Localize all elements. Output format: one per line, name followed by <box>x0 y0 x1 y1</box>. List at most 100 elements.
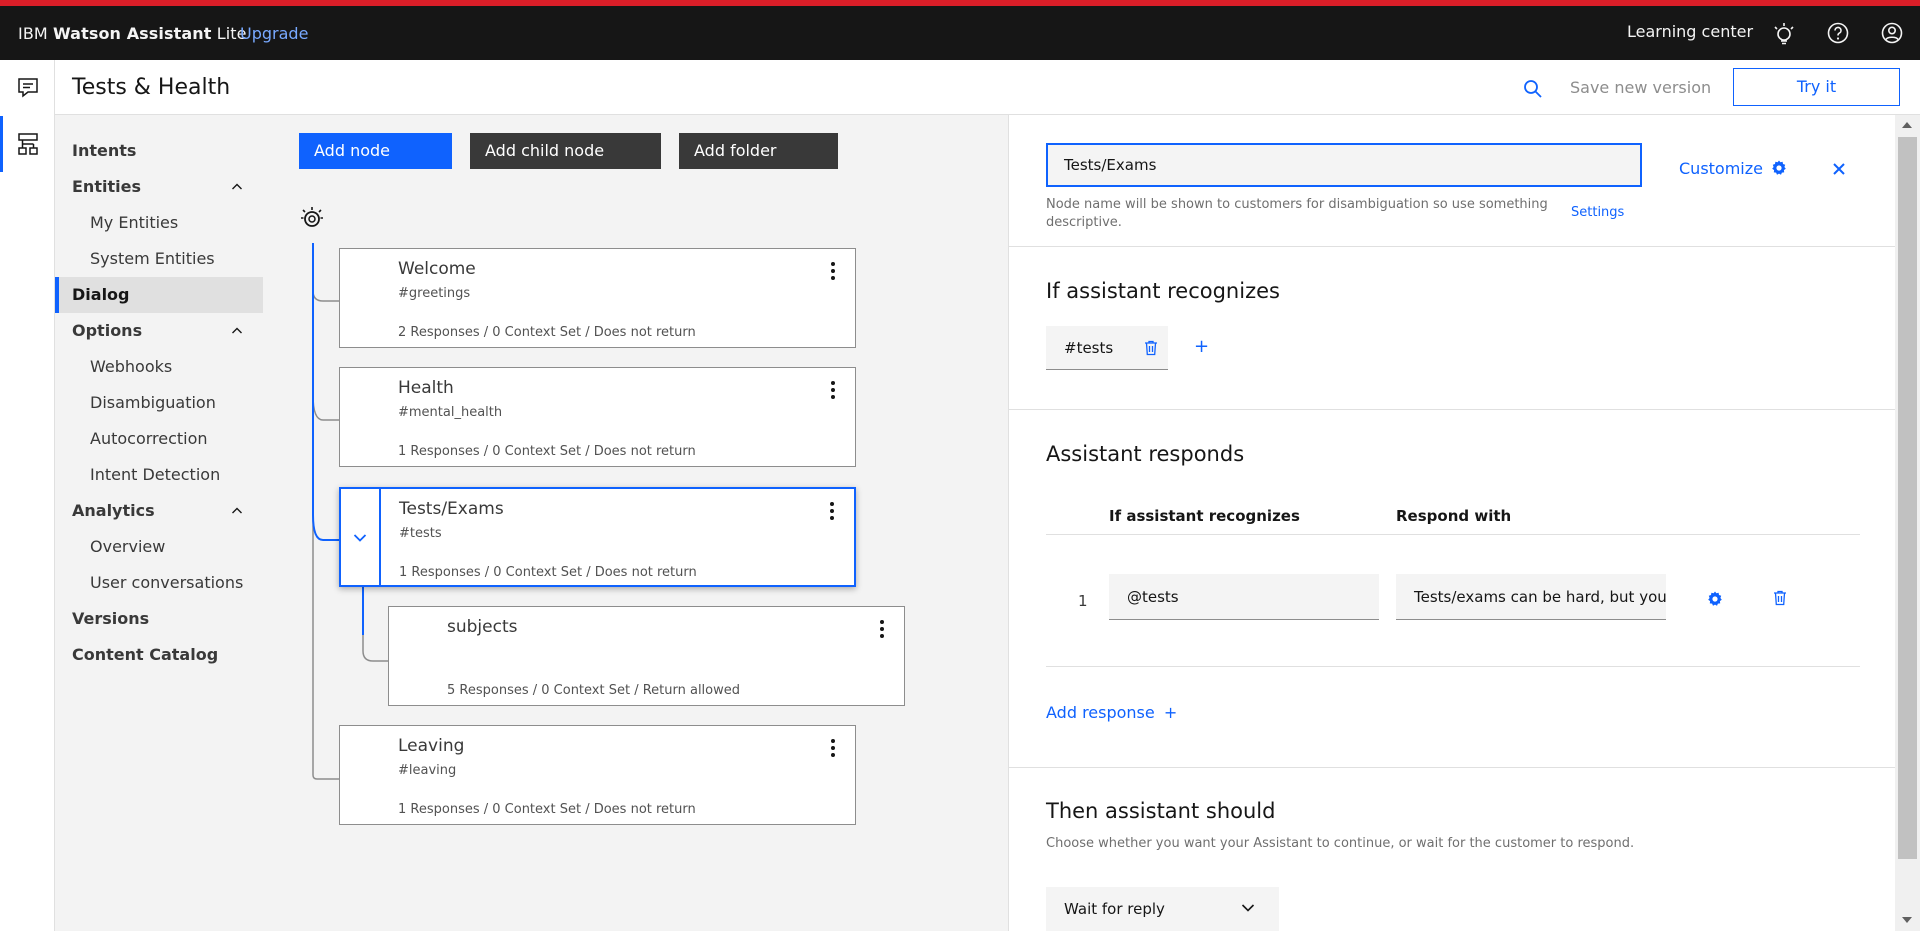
section-divider <box>1009 246 1896 247</box>
then-action-dropdown[interactable]: Wait for reply <box>1046 887 1279 931</box>
overflow-menu-icon[interactable] <box>830 501 834 521</box>
node-summary: 5 Responses / 0 Context Set / Return all… <box>447 683 741 698</box>
dialog-node[interactable]: Welcome #greetings 2 Responses / 0 Conte… <box>339 248 856 348</box>
node-intent: #tests <box>399 526 442 541</box>
brand-name: Watson Assistant <box>53 24 212 43</box>
sidebar-item-intent-detection[interactable]: Intent Detection <box>55 457 263 493</box>
node-intent: #leaving <box>398 763 457 778</box>
chevron-down-icon <box>353 534 367 542</box>
node-summary: 1 Responses / 0 Context Set / Does not r… <box>398 802 696 817</box>
overflow-menu-icon[interactable] <box>831 738 835 758</box>
overflow-menu-icon[interactable] <box>831 261 835 281</box>
sidebar-item-disambiguation[interactable]: Disambiguation <box>55 385 263 421</box>
node-name: subjects <box>447 617 518 637</box>
search-icon[interactable] <box>1522 78 1544 100</box>
chat-icon[interactable] <box>14 73 42 101</box>
table-divider <box>1046 534 1860 535</box>
sidebar-item-intents[interactable]: Intents <box>55 133 263 169</box>
sidebar-nav: Intents Entities My Entities System Enti… <box>55 115 263 931</box>
then-action-value: Wait for reply <box>1064 900 1165 918</box>
chevron-up-icon[interactable] <box>231 325 243 337</box>
save-new-version-button[interactable]: Save new version <box>1570 78 1711 97</box>
node-name: Health <box>398 378 454 398</box>
recognizes-heading: If assistant recognizes <box>1046 279 1280 303</box>
sidebar-item-options[interactable]: Options <box>55 313 263 349</box>
node-intent: #greetings <box>398 286 471 301</box>
sidebar-item-user-conversations[interactable]: User conversations <box>55 565 263 601</box>
dialog-node[interactable]: Health #mental_health 1 Responses / 0 Co… <box>339 367 856 467</box>
scrollbar-thumb[interactable] <box>1898 137 1917 859</box>
overflow-menu-icon[interactable] <box>880 619 884 639</box>
scroll-down-arrow <box>1902 917 1912 923</box>
sidebar-item-label: Analytics <box>72 501 155 520</box>
node-name: Welcome <box>398 259 476 279</box>
add-condition-plus-icon[interactable]: + <box>1194 336 1209 357</box>
sidebar-item-content-catalog[interactable]: Content Catalog <box>55 637 263 673</box>
sidebar-item-label: Entities <box>72 177 141 196</box>
add-response-label: Add response <box>1046 703 1155 722</box>
response-row-number: 1 <box>1078 592 1088 610</box>
dialog-child-node[interactable]: subjects 5 Responses / 0 Context Set / R… <box>388 606 905 706</box>
settings-link[interactable]: Settings <box>1571 205 1624 220</box>
section-divider <box>1009 409 1896 410</box>
node-name-hint: Node name will be shown to customers for… <box>1046 197 1548 230</box>
sidebar-item-label: Options <box>72 321 143 340</box>
sidebar-item-autocorrection[interactable]: Autocorrection <box>55 421 263 457</box>
page-title: Tests & Health <box>72 75 231 100</box>
left-rail <box>0 60 55 931</box>
condition-chip-label: #tests <box>1064 339 1114 357</box>
sidebar-item-versions[interactable]: Versions <box>55 601 263 637</box>
condition-chip[interactable]: #tests <box>1046 326 1168 370</box>
page-header: Tests & Health Save new version Try it <box>55 60 1920 115</box>
dialog-node[interactable]: Leaving #leaving 1 Responses / 0 Context… <box>339 725 856 825</box>
node-name-input[interactable]: Tests/Exams <box>1046 143 1642 187</box>
node-name: Tests/Exams <box>399 499 504 519</box>
chevron-up-icon[interactable] <box>231 181 243 193</box>
sidebar-item-dialog[interactable]: Dialog <box>55 277 263 313</box>
table-divider <box>1046 666 1860 667</box>
sidebar-item-system-entities[interactable]: System Entities <box>55 241 263 277</box>
brand[interactable]: IBM Watson Assistant Lite <box>18 24 247 43</box>
close-icon[interactable] <box>1831 161 1847 177</box>
sidebar-item-analytics[interactable]: Analytics <box>55 493 263 529</box>
panel-scrollbar[interactable] <box>1895 115 1920 931</box>
plus-icon: + <box>1163 703 1178 722</box>
add-response-button[interactable]: Add response + <box>1046 703 1177 722</box>
gear-icon[interactable] <box>1706 590 1724 608</box>
trash-icon[interactable] <box>1144 340 1158 356</box>
help-icon[interactable] <box>1824 19 1852 47</box>
response-condition-input[interactable]: @tests <box>1109 574 1379 620</box>
dialog-canvas: Add node Add child node Add folder Welco… <box>263 115 1008 931</box>
col-header-recognizes: If assistant recognizes <box>1109 507 1300 525</box>
try-it-button[interactable]: Try it <box>1733 68 1900 106</box>
user-avatar-icon[interactable] <box>1878 19 1906 47</box>
sidebar-item-entities[interactable]: Entities <box>55 169 263 205</box>
gear-icon <box>1772 160 1786 175</box>
node-expander[interactable] <box>341 489 381 585</box>
dialog-node-selected[interactable]: Tests/Exams #tests 1 Responses / 0 Conte… <box>339 487 856 587</box>
trash-icon[interactable] <box>1773 590 1791 608</box>
dialog-tree-icon[interactable] <box>14 130 42 158</box>
chevron-down-icon <box>1241 903 1255 913</box>
node-editor-panel: Tests/Exams Customize Node name will be … <box>1008 115 1896 931</box>
upgrade-link[interactable]: Upgrade <box>240 24 308 43</box>
node-name: Leaving <box>398 736 465 756</box>
node-intent: #mental_health <box>398 405 503 420</box>
then-heading: Then assistant should <box>1046 799 1276 823</box>
sidebar-item-webhooks[interactable]: Webhooks <box>55 349 263 385</box>
node-summary: 1 Responses / 0 Context Set / Does not r… <box>399 565 697 580</box>
then-description: Choose whether you want your Assistant t… <box>1046 836 1635 851</box>
chevron-up-icon[interactable] <box>231 505 243 517</box>
rail-active-indicator <box>0 116 3 172</box>
customize-button[interactable]: Customize <box>1679 159 1788 178</box>
lightbulb-icon[interactable] <box>1770 19 1798 47</box>
sidebar-item-overview[interactable]: Overview <box>55 529 263 565</box>
customize-label: Customize <box>1679 159 1763 178</box>
node-summary: 2 Responses / 0 Context Set / Does not r… <box>398 325 696 340</box>
overflow-menu-icon[interactable] <box>831 380 835 400</box>
brand-prefix: IBM <box>18 24 53 43</box>
node-summary: 1 Responses / 0 Context Set / Does not r… <box>398 444 696 459</box>
response-text-input[interactable]: Tests/exams can be hard, but you <box>1396 574 1666 620</box>
learning-center-link[interactable]: Learning center <box>1627 22 1753 41</box>
sidebar-item-my-entities[interactable]: My Entities <box>55 205 263 241</box>
